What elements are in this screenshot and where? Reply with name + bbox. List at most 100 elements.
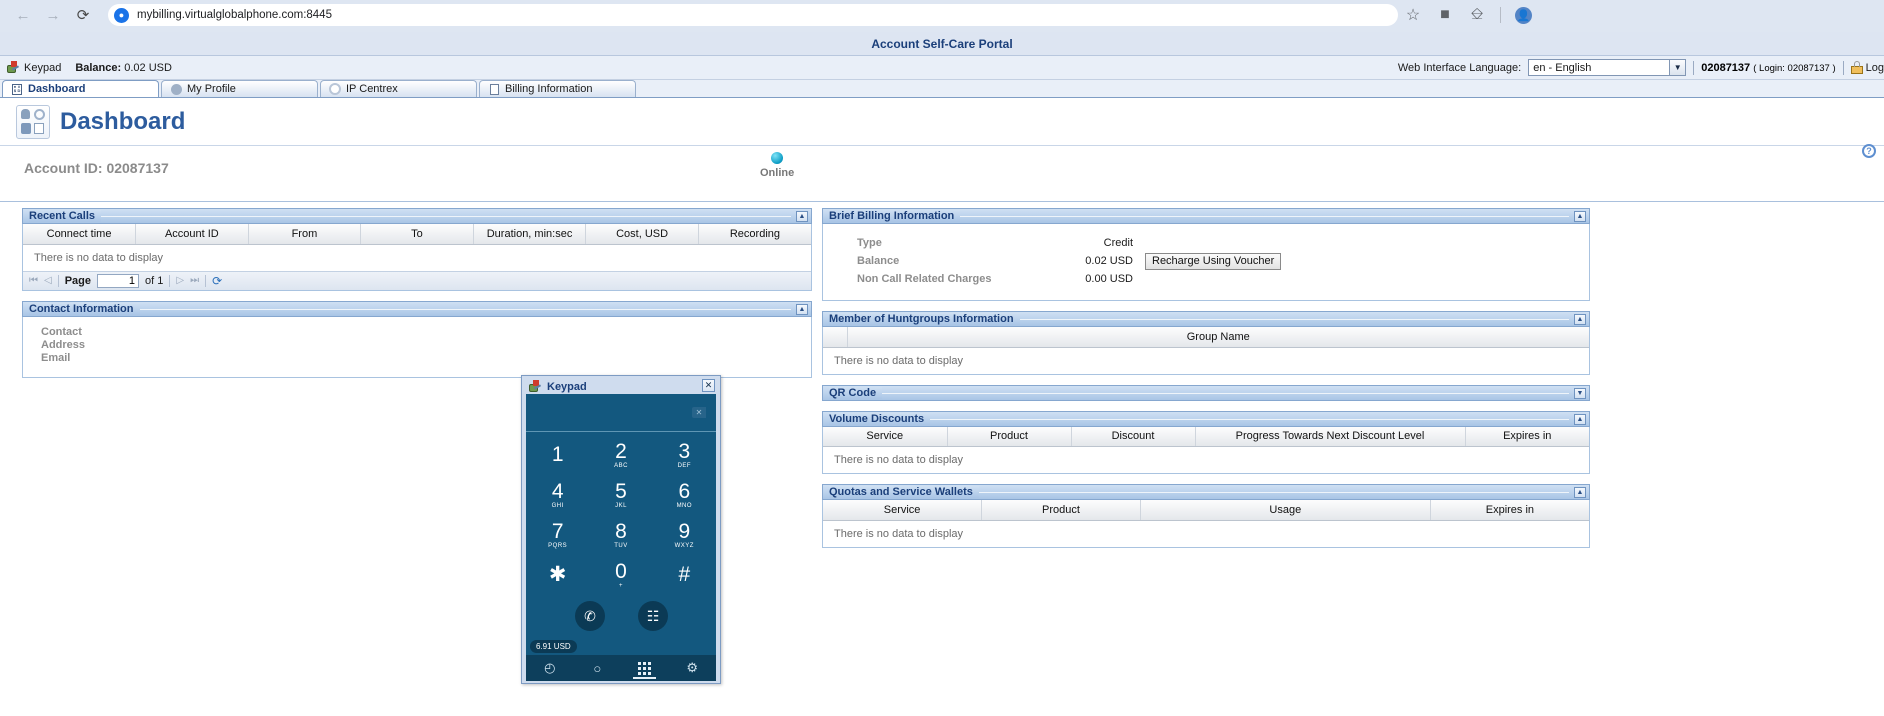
- panel-contact-information-title: Contact Information: [29, 302, 140, 315]
- volume-discounts-table: Service Product Discount Progress Toward…: [823, 426, 1589, 447]
- collapse-contact-information-icon[interactable]: ▲: [796, 303, 808, 315]
- column-q-product[interactable]: Product: [981, 500, 1141, 521]
- recents-clock-icon[interactable]: ◴: [526, 655, 574, 681]
- keypad-dialog-title: Keypad: [547, 381, 587, 393]
- tab-ip-centrex[interactable]: IP Centrex: [320, 80, 477, 97]
- keypad-dialog-titlebar[interactable]: Keypad ✕: [526, 379, 716, 394]
- settings-gear-icon[interactable]: ⚙: [669, 655, 717, 681]
- column-recording[interactable]: Recording: [698, 224, 811, 245]
- page-content: Dashboard ? Account ID: 02087137 Online …: [0, 98, 1884, 716]
- backspace-icon[interactable]: ✕: [692, 407, 706, 418]
- column-group-name[interactable]: Group Name: [847, 327, 1589, 348]
- panel-recent-calls: Recent Calls ▲ Connect time Account ID F…: [22, 208, 812, 291]
- address-bar[interactable]: ● mybilling.virtualglobalphone.com:8445: [108, 4, 1398, 26]
- keypad-key-1-digit: 1: [551, 443, 564, 467]
- dashboard-heading: Dashboard: [60, 107, 186, 135]
- message-icon[interactable]: ☷: [638, 601, 668, 631]
- tab-billing-information-label: Billing Information: [505, 83, 593, 95]
- tab-dashboard[interactable]: ● # $ D Dashboard: [2, 80, 159, 97]
- keypad-key-1[interactable]: 1: [526, 436, 589, 476]
- column-vd-expires[interactable]: Expires in: [1465, 426, 1589, 447]
- collapse-quotas-icon[interactable]: ▲: [1574, 487, 1586, 498]
- extensions-icon[interactable]: ■: [1436, 6, 1454, 24]
- column-q-usage[interactable]: Usage: [1140, 500, 1431, 521]
- panel-brief-billing-title: Brief Billing Information: [829, 210, 961, 222]
- page-of-text: of 1: [145, 274, 164, 287]
- close-icon[interactable]: ✕: [702, 379, 715, 392]
- keypad-icon: [6, 60, 20, 75]
- first-page-icon[interactable]: ⏮: [29, 275, 38, 286]
- tab-billing-information[interactable]: Billing Information: [479, 80, 636, 97]
- call-icon[interactable]: ✆: [575, 601, 605, 631]
- keypad-key-hash-digit: #: [678, 562, 691, 586]
- keypad-key-0[interactable]: 0 +: [589, 555, 652, 595]
- profile-avatar-icon[interactable]: 👤: [1515, 6, 1532, 24]
- keypad-key-6-digit: 6: [678, 480, 691, 504]
- keypad-key-6[interactable]: 6 MNO: [653, 476, 716, 516]
- split-screen-icon[interactable]: ⎒: [1468, 6, 1486, 24]
- page-number-input[interactable]: [97, 273, 139, 288]
- keypad-key-2[interactable]: 2 ABC: [589, 436, 652, 476]
- bookmark-star-icon[interactable]: ☆: [1404, 6, 1422, 24]
- language-select[interactable]: en - English ▼: [1528, 59, 1687, 76]
- recharge-using-voucher-button[interactable]: Recharge Using Voucher: [1145, 252, 1282, 270]
- column-vd-service[interactable]: Service: [823, 426, 948, 447]
- huntgroups-table: Group Name: [823, 327, 1589, 348]
- tab-my-profile[interactable]: My Profile: [161, 80, 318, 97]
- column-q-expires[interactable]: Expires in: [1430, 500, 1589, 521]
- keypad-key-7[interactable]: 7 PQRS: [526, 516, 589, 556]
- forward-arrow-icon[interactable]: →: [40, 2, 66, 28]
- panel-huntgroups-title: Member of Huntgroups Information: [829, 313, 1020, 325]
- lock-icon: [1850, 61, 1863, 74]
- collapse-huntgroups-icon[interactable]: ▲: [1574, 314, 1586, 325]
- column-cost[interactable]: Cost, USD: [585, 224, 699, 245]
- back-arrow-icon[interactable]: ←: [10, 2, 36, 28]
- column-account-id[interactable]: Account ID: [135, 224, 249, 245]
- expand-qr-code-icon[interactable]: ▼: [1574, 387, 1586, 399]
- next-page-icon[interactable]: ▷: [176, 275, 184, 286]
- column-q-service[interactable]: Service: [823, 500, 983, 521]
- keypad-key-3[interactable]: 3 DEF: [653, 436, 716, 476]
- keypad-key-4[interactable]: 4 GHI: [526, 476, 589, 516]
- column-to[interactable]: To: [360, 224, 474, 245]
- keypad-key-4-digit: 4: [551, 480, 564, 504]
- messages-bubble-icon[interactable]: ○: [574, 655, 622, 681]
- column-huntgroup-blank[interactable]: [823, 327, 848, 348]
- microphone-icon[interactable]: ●: [114, 7, 129, 23]
- column-from[interactable]: From: [248, 224, 362, 245]
- keypad-key-8[interactable]: 8 TUV: [589, 516, 652, 556]
- collapse-recent-calls-icon[interactable]: ▲: [796, 211, 808, 222]
- panel-quotas-body: Service Product Usage Expires in There i…: [822, 500, 1590, 548]
- billing-row-charges: Non Call Related Charges 0.00 USD: [823, 270, 1589, 288]
- prev-page-icon[interactable]: ◁: [44, 275, 52, 286]
- language-select-value: en - English: [1533, 61, 1592, 74]
- logout-button[interactable]: Log: [1850, 61, 1884, 74]
- keypad-key-5[interactable]: 5 JKL: [589, 476, 652, 516]
- collapse-brief-billing-icon[interactable]: ▲: [1574, 211, 1586, 222]
- panel-qr-code-header: QR Code ▼: [822, 384, 1590, 401]
- keypad-key-star[interactable]: ✱: [526, 555, 589, 595]
- column-vd-discount[interactable]: Discount: [1071, 426, 1196, 447]
- refresh-icon[interactable]: ⟳: [212, 274, 222, 288]
- keypad-key-hash[interactable]: #: [653, 555, 716, 595]
- person-icon: [170, 83, 182, 95]
- keypad-key-9[interactable]: 9 WXYZ: [653, 516, 716, 556]
- address-label: Address: [41, 338, 86, 351]
- dashboard-columns: Recent Calls ▲ Connect time Account ID F…: [0, 202, 1884, 558]
- keypad-dots-icon[interactable]: [621, 655, 669, 681]
- panel-volume-discounts-body: Service Product Discount Progress Toward…: [822, 426, 1590, 474]
- keypad-key-5-digit: 5: [615, 480, 627, 504]
- keypad-launcher-link[interactable]: Keypad: [6, 60, 61, 75]
- column-vd-progress[interactable]: Progress Towards Next Discount Level: [1195, 426, 1466, 447]
- column-connect-time[interactable]: Connect time: [23, 224, 137, 245]
- keypad-number-display[interactable]: ✕: [526, 394, 716, 432]
- column-vd-product[interactable]: Product: [947, 426, 1072, 447]
- reload-icon[interactable]: ⟳: [70, 2, 96, 28]
- chevron-down-icon[interactable]: ▼: [1669, 60, 1686, 75]
- collapse-volume-discounts-icon[interactable]: ▲: [1574, 413, 1586, 425]
- dashboard-header-icon: [16, 104, 50, 139]
- column-duration[interactable]: Duration, min:sec: [473, 224, 587, 245]
- billing-row-type: Type Credit: [823, 234, 1589, 252]
- keypad-dialog[interactable]: Keypad ✕ ✕ 1 2 ABC 3 DEF 4 GHI 5 JKL 6 M…: [521, 375, 721, 684]
- last-page-icon[interactable]: ⏭: [190, 275, 199, 286]
